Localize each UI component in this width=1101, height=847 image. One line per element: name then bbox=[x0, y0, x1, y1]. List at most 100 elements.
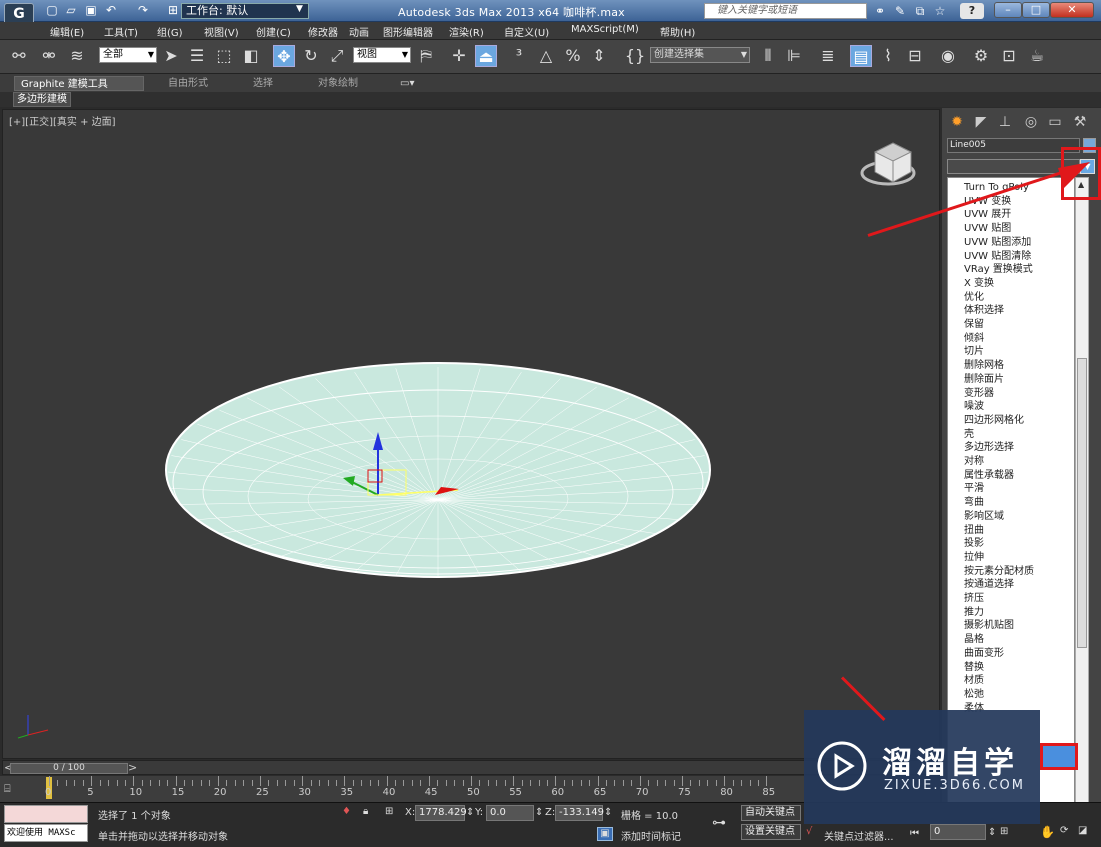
selection-filter-select[interactable]: 全部 ▼ bbox=[99, 47, 157, 63]
edit-named-selection-icon[interactable]: {} bbox=[624, 45, 646, 67]
rendered-frame-window-icon[interactable]: ⊡ bbox=[998, 45, 1020, 67]
time-slider[interactable]: 0 / 100 bbox=[10, 763, 128, 774]
time-config-icon[interactable]: ⊞ bbox=[1000, 826, 1008, 837]
ribbon-options-icon[interactable]: ▭▾ bbox=[394, 76, 420, 91]
modifier-list-item[interactable]: 摄影机贴图 bbox=[964, 619, 1014, 632]
key-filters-button[interactable]: 关键点过滤器... bbox=[824, 828, 894, 843]
modifier-list-item[interactable]: 拉伸 bbox=[964, 551, 984, 564]
utilities-tab-icon[interactable]: ⚒ bbox=[1070, 112, 1090, 132]
display-tab-icon[interactable]: ▭ bbox=[1045, 112, 1065, 132]
tab-freeform[interactable]: 自由形式 bbox=[162, 76, 214, 91]
modifier-list-item[interactable]: 属性承载器 bbox=[964, 469, 1014, 482]
polygon-modeling-label[interactable]: 多边形建模 bbox=[13, 92, 71, 107]
curve-editor-icon[interactable]: ⌇ bbox=[877, 45, 899, 67]
modifier-list-item[interactable]: 平滑 bbox=[964, 482, 984, 495]
modifier-list-item[interactable]: 删除面片 bbox=[964, 373, 1004, 386]
chevron-down-icon[interactable]: ▼ bbox=[296, 4, 308, 18]
chevron-right-icon[interactable]: > bbox=[128, 761, 137, 774]
spinner-icon[interactable]: ⇕ bbox=[604, 807, 612, 818]
named-selection-set-select[interactable]: 创建选择集 ▼ bbox=[650, 47, 750, 63]
spinner-snap-icon[interactable]: ⇕ bbox=[588, 45, 610, 67]
modifier-list-item[interactable]: 倾斜 bbox=[964, 332, 984, 345]
modifier-list-item[interactable]: UVW 贴图 bbox=[964, 222, 1011, 235]
menu-rendering[interactable]: 渲染(R) bbox=[449, 24, 484, 39]
communication-icon[interactable]: ⧉ bbox=[912, 3, 928, 19]
modifier-list-item[interactable]: 弯曲 bbox=[964, 496, 984, 509]
pan-hand-icon[interactable]: ✋ bbox=[1040, 825, 1055, 839]
workspace-select[interactable]: 工作台: 默认 bbox=[181, 3, 309, 19]
modifier-list-item[interactable]: 松弛 bbox=[964, 688, 984, 701]
select-and-move-icon[interactable]: ✥ bbox=[273, 45, 295, 67]
menu-modifiers[interactable]: 修改器 bbox=[308, 24, 338, 39]
tab-object-paint[interactable]: 对象绘制 bbox=[312, 76, 364, 91]
link-icon[interactable]: ⚯ bbox=[8, 45, 30, 67]
search-input[interactable]: 键入关键字或短语 bbox=[704, 3, 867, 19]
modifier-list-item[interactable]: 投影 bbox=[964, 537, 984, 550]
modifier-list-item[interactable]: 替换 bbox=[964, 661, 984, 674]
minimize-button[interactable]: – bbox=[994, 2, 1022, 18]
angle-snap-icon[interactable]: △ bbox=[535, 45, 557, 67]
menu-edit[interactable]: 编辑(E) bbox=[50, 24, 84, 39]
render-production-icon[interactable]: ☕ bbox=[1026, 45, 1048, 67]
z-coordinate-input[interactable]: -133.149 bbox=[555, 805, 604, 821]
time-tag-icon[interactable]: ▣ bbox=[597, 827, 613, 841]
modifier-list-item[interactable]: UVW 贴图添加 bbox=[964, 236, 1031, 249]
snaps-toggle-icon[interactable]: ³ bbox=[508, 45, 530, 67]
tab-graphite-modeling[interactable]: Graphite 建模工具 bbox=[14, 76, 144, 91]
undo-icon[interactable]: ↶ bbox=[104, 4, 118, 17]
spinner-icon[interactable]: ⇕ bbox=[988, 827, 996, 838]
spinner-icon[interactable]: ⇕ bbox=[535, 807, 543, 818]
select-and-scale-icon[interactable]: ⤢ bbox=[326, 45, 348, 67]
modifier-list-item[interactable]: 扭曲 bbox=[964, 524, 984, 537]
isolate-icon[interactable]: ♦ bbox=[342, 806, 351, 817]
select-manipulate-icon[interactable]: ✛ bbox=[448, 45, 470, 67]
hierarchy-tab-icon[interactable]: ⊥ bbox=[995, 112, 1015, 132]
menu-group[interactable]: 组(G) bbox=[157, 24, 183, 39]
add-time-tag-button[interactable]: 添加时间标记 bbox=[621, 828, 681, 843]
absolute-mode-icon[interactable]: ⊞ bbox=[385, 806, 393, 817]
mirror-icon[interactable]: ⫴ bbox=[757, 45, 779, 67]
open-file-icon[interactable]: ▱ bbox=[64, 4, 78, 17]
modifier-list-item[interactable]: 四边形网格化 bbox=[964, 414, 1024, 427]
menu-views[interactable]: 视图(V) bbox=[204, 24, 239, 39]
maxscript-listener-mini[interactable] bbox=[4, 805, 88, 823]
redo-icon[interactable]: ↷ bbox=[136, 4, 150, 17]
schematic-view-icon[interactable]: ⊟ bbox=[904, 45, 926, 67]
render-setup-icon[interactable]: ⚙ bbox=[970, 45, 992, 67]
help-button[interactable]: ? bbox=[960, 3, 984, 19]
modifier-list-item[interactable]: 噪波 bbox=[964, 400, 984, 413]
menu-help[interactable]: 帮助(H) bbox=[660, 24, 695, 39]
modifier-list-item[interactable]: 保留 bbox=[964, 318, 984, 331]
menu-maxscript[interactable]: MAXScript(M) bbox=[571, 24, 639, 35]
key-icon[interactable]: ⊶ bbox=[712, 815, 726, 831]
modifier-list-item[interactable]: 优化 bbox=[964, 291, 984, 304]
set-key-button[interactable]: 设置关键点 bbox=[741, 824, 801, 840]
modifier-list-item[interactable]: VRay 置换模式 bbox=[964, 263, 1033, 276]
select-object-icon[interactable]: ➤ bbox=[160, 45, 182, 67]
new-file-icon[interactable]: ▢ bbox=[45, 4, 59, 17]
project-folder-icon[interactable]: ⊞ bbox=[166, 4, 180, 17]
select-and-rotate-icon[interactable]: ↻ bbox=[300, 45, 322, 67]
bind-space-warp-icon[interactable]: ≋ bbox=[66, 45, 88, 67]
menu-customize[interactable]: 自定义(U) bbox=[504, 24, 549, 39]
rect-selection-icon[interactable]: ⬚ bbox=[213, 45, 235, 67]
modifier-list-item[interactable]: 删除网格 bbox=[964, 359, 1004, 372]
modifier-list-item[interactable]: 推力 bbox=[964, 606, 984, 619]
keyboard-shortcut-override-icon[interactable]: ⏏ bbox=[475, 45, 497, 67]
key-tangent-icon[interactable]: √ bbox=[806, 826, 812, 837]
go-to-start-icon[interactable]: ⏮ bbox=[910, 828, 919, 839]
layer-manager-icon[interactable]: ≣ bbox=[817, 45, 839, 67]
modifier-list-item[interactable]: 对称 bbox=[964, 455, 984, 468]
modify-tab-icon[interactable]: ◤ bbox=[971, 112, 991, 132]
pivot-center-icon[interactable]: ⛿ bbox=[415, 45, 437, 67]
window-crossing-icon[interactable]: ◧ bbox=[240, 45, 262, 67]
scrollbar-thumb[interactable] bbox=[1077, 358, 1087, 648]
maxscript-input[interactable]: 欢迎使用 MAXSc bbox=[4, 824, 88, 842]
select-by-name-icon[interactable]: ☰ bbox=[186, 45, 208, 67]
align-icon[interactable]: ⊫ bbox=[783, 45, 805, 67]
modifier-list-item[interactable]: 体积选择 bbox=[964, 304, 1004, 317]
modifier-list-item[interactable]: 曲面变形 bbox=[964, 647, 1004, 660]
modifier-list-item[interactable]: 变形器 bbox=[964, 387, 994, 400]
modifier-list-item[interactable]: 材质 bbox=[964, 674, 984, 687]
viewcube[interactable] bbox=[860, 142, 916, 186]
